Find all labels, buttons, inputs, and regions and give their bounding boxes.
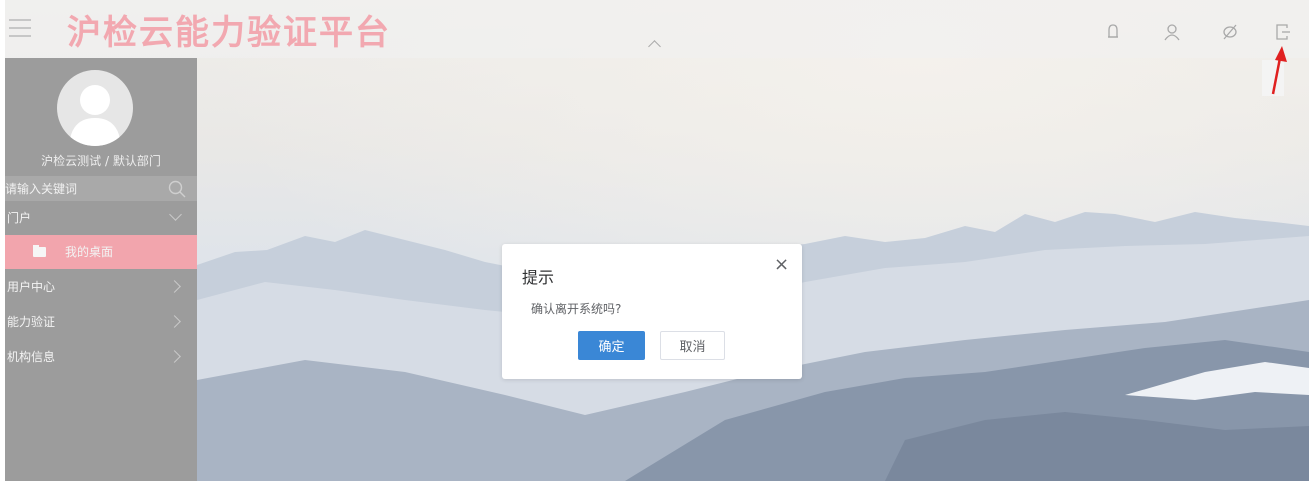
sidebar-item-label: 用户中心 [7, 280, 56, 294]
menu-icon[interactable] [9, 19, 31, 39]
sidebar-item-org-info[interactable]: 机构信息 [5, 340, 197, 374]
background-landscape [5, 0, 1309, 481]
cancel-button[interactable]: 取消 [660, 331, 725, 360]
chevron-right-icon [168, 280, 181, 293]
confirm-button[interactable]: 确定 [578, 331, 645, 360]
sidebar-item-label: 能力验证 [7, 315, 56, 329]
sidebar-item-portal[interactable]: 门户 [5, 201, 197, 235]
collapse-caret-icon[interactable] [648, 40, 661, 53]
user-name: 沪检云测试 / 默认部门 [41, 154, 161, 168]
bell-icon[interactable] [1103, 22, 1123, 42]
sidebar-item-proficiency[interactable]: 能力验证 [5, 305, 197, 339]
chevron-down-icon [169, 208, 182, 221]
logout-icon[interactable] [1273, 22, 1293, 42]
search-icon[interactable] [167, 179, 187, 199]
sidebar-item-label: 我的桌面 [65, 245, 114, 259]
user-icon[interactable] [1162, 22, 1182, 42]
confirm-dialog: 提示 × 确认离开系统吗? 确定 取消 [502, 244, 802, 379]
chevron-right-icon [168, 350, 181, 363]
folder-icon [33, 245, 46, 257]
sidebar-item-my-desktop[interactable]: 我的桌面 [5, 235, 197, 269]
sidebar-item-user-center[interactable]: 用户中心 [5, 270, 197, 304]
pen-slash-icon[interactable] [1220, 22, 1240, 42]
annotation-arrow-icon [1271, 46, 1287, 95]
sidebar-search [5, 176, 197, 201]
dialog-title: 提示 [522, 268, 555, 287]
sidebar-item-label: 门户 [7, 211, 32, 225]
app-title: 沪检云能力验证平台 [67, 13, 391, 53]
sidebar: 沪检云测试 / 默认部门 门户 我的桌面 用户中心 能力验证 机构信息 [5, 58, 197, 481]
app-window: 沪检云能力验证平台 沪检云测试 / 默认部门 请输入关键词 门户 我的桌面 用户… [5, 0, 1309, 481]
close-icon[interactable]: × [774, 254, 789, 275]
top-header: 沪检云能力验证平台 [5, 0, 1309, 58]
sidebar-item-label: 机构信息 [7, 350, 56, 364]
dialog-message: 确认离开系统吗? [531, 302, 622, 316]
chevron-right-icon [168, 315, 181, 328]
avatar-user-icon [69, 85, 121, 146]
search-input[interactable] [5, 176, 155, 201]
avatar[interactable] [57, 70, 133, 146]
